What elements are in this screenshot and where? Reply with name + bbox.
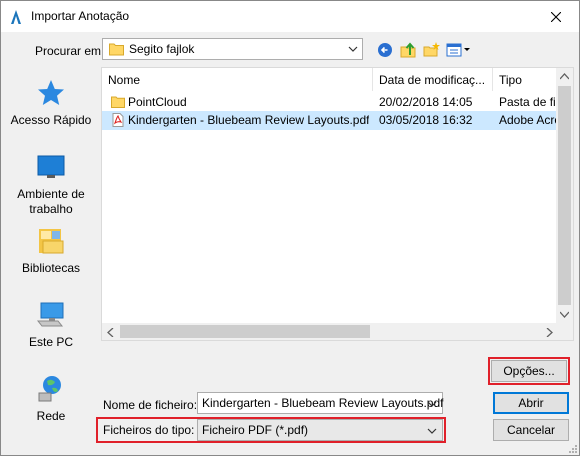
place-desktop[interactable]: Ambiente de trabalho — [5, 151, 97, 217]
chevron-down-icon[interactable] — [427, 400, 437, 408]
scrollbar-corner — [556, 323, 573, 340]
file-type: Pasta de fiche — [499, 95, 559, 109]
bluebeam-revu-icon — [11, 10, 21, 24]
network-icon — [38, 376, 61, 402]
places-bar: Acesso Rápido Ambiente de trabalho Bibli… — [5, 65, 97, 435]
place-label: Rede — [36, 409, 66, 423]
chevron-down-icon — [348, 46, 358, 52]
vertical-scrollbar[interactable] — [556, 68, 573, 323]
column-header-date[interactable]: Data de modificaç... — [373, 68, 493, 91]
star-icon — [38, 80, 64, 105]
column-header-type[interactable]: Tipo — [493, 68, 563, 91]
new-folder-icon — [423, 42, 440, 57]
libraries-icon — [39, 229, 64, 254]
import-annotation-dialog: Importar Anotação Procurar em: Segito fa… — [0, 0, 580, 456]
place-quick-access[interactable]: Acesso Rápido — [5, 77, 97, 128]
filename-label: Nome de ficheiro: — [103, 398, 198, 412]
list-item[interactable]: Kindergarten - Bluebeam Review Layouts.p… — [102, 111, 562, 130]
horizontal-scroll-thumb[interactable] — [120, 325, 370, 338]
place-label: Ambiente de trabalho — [17, 187, 85, 216]
place-label: Bibliotecas — [21, 261, 81, 275]
chevron-down-icon — [427, 428, 437, 434]
place-network[interactable]: Rede — [5, 373, 97, 424]
place-label: Acesso Rápido — [10, 113, 92, 127]
computer-icon — [36, 302, 64, 327]
window-title: Importar Anotação — [31, 9, 130, 23]
close-icon — [551, 11, 561, 22]
new-folder-button[interactable] — [422, 40, 442, 60]
options-button[interactable]: Opções... — [491, 360, 567, 382]
filetype-value: Ficheiro PDF (*.pdf) — [202, 423, 309, 437]
back-arrow-icon — [378, 43, 392, 57]
lookin-value: Segito fajlok — [129, 42, 195, 56]
file-date: 20/02/2018 14:05 — [379, 95, 473, 109]
up-one-level-button[interactable] — [399, 40, 419, 60]
vertical-scroll-thumb[interactable] — [558, 86, 571, 305]
file-name: Kindergarten - Bluebeam Review Layouts.p… — [128, 113, 370, 127]
pdf-icon — [112, 113, 124, 127]
place-libraries[interactable]: Bibliotecas — [5, 225, 97, 276]
cancel-button[interactable]: Cancelar — [493, 419, 569, 441]
list-item[interactable]: PointCloud 20/02/2018 14:05 Pasta de fic… — [102, 93, 562, 112]
file-name: PointCloud — [128, 95, 187, 109]
resize-grip-icon[interactable] — [567, 443, 577, 453]
back-button[interactable] — [375, 40, 395, 60]
file-list[interactable]: Nome Data de modificaç... Tipo PointClou… — [101, 67, 574, 341]
horizontal-scrollbar[interactable] — [102, 323, 558, 340]
scroll-left-arrow-icon[interactable] — [107, 328, 114, 337]
view-menu-button[interactable] — [446, 40, 472, 60]
file-date: 03/05/2018 16:32 — [379, 113, 473, 127]
file-type: Adobe Acrob — [499, 113, 562, 127]
scroll-up-arrow-icon[interactable] — [560, 73, 569, 80]
filename-value: Kindergarten - Bluebeam Review Layouts.p… — [202, 396, 444, 410]
up-folder-icon — [400, 42, 416, 58]
filetype-dropdown[interactable]: Ficheiro PDF (*.pdf) — [197, 419, 443, 441]
open-button[interactable]: Abrir — [493, 392, 569, 414]
lookin-dropdown[interactable]: Segito fajlok — [102, 38, 363, 60]
desktop-icon — [37, 155, 65, 178]
filename-input[interactable]: Kindergarten - Bluebeam Review Layouts.p… — [197, 392, 443, 414]
scroll-right-arrow-icon[interactable] — [546, 328, 553, 337]
folder-icon — [111, 96, 125, 108]
title-bar: Importar Anotação — [1, 1, 579, 32]
filetype-label: Ficheiros do tipo: — [103, 423, 195, 437]
place-label: Este PC — [28, 335, 73, 349]
column-header-name[interactable]: Nome — [102, 68, 373, 91]
close-button[interactable] — [533, 1, 579, 32]
view-menu-icon — [446, 43, 470, 57]
scroll-down-arrow-icon[interactable] — [560, 311, 569, 318]
place-this-pc[interactable]: Este PC — [5, 299, 97, 350]
lookin-label: Procurar em: — [35, 44, 105, 58]
folder-icon — [109, 43, 124, 56]
